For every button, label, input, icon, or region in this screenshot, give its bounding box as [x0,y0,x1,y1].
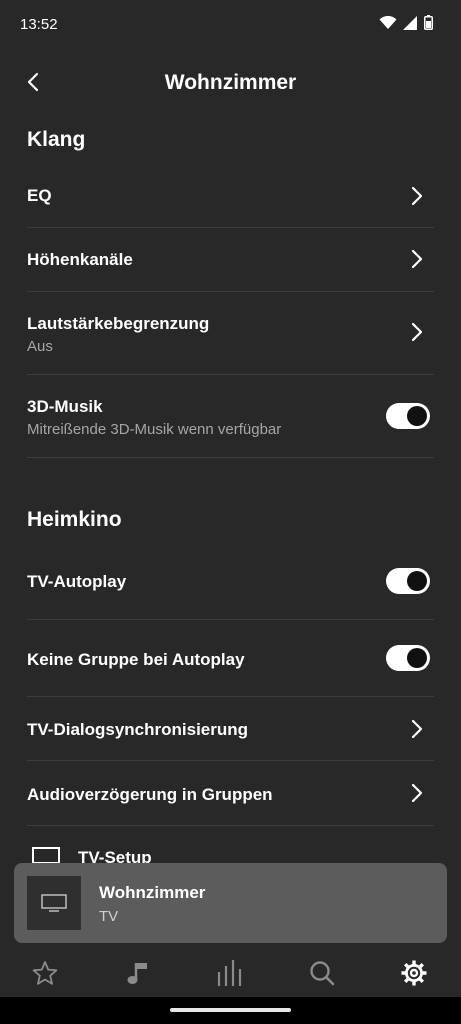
star-icon [32,961,58,985]
now-playing-subtitle: TV [99,908,119,925]
3d-musik-toggle[interactable] [386,403,430,429]
gear-icon [401,960,427,986]
row-lautstaerkebegrenzung[interactable]: Lautstärkebegrenzung Aus [27,292,434,375]
row-label: Keine Gruppe bei Autoplay [27,650,245,669]
bottom-nav [0,945,461,997]
tv-autoplay-toggle[interactable] [386,568,430,594]
wifi-icon [379,15,397,29]
toggle-knob [407,406,427,426]
row-label: 3D-Musik [27,397,103,416]
row-3d-musik: 3D-Musik Mitreißende 3D-Musik wenn verfü… [27,375,434,458]
row-label: Höhenkanäle [27,250,133,269]
page-title: Wohnzimmer [164,71,297,94]
row-keine-gruppe: Keine Gruppe bei Autoplay [27,620,434,697]
toggle-knob [407,648,427,668]
row-label: TV-Dialogsynchronisierung [27,720,249,739]
row-label: Audioverzögerung in Gruppen [27,785,273,804]
chevron-right-icon [411,249,423,269]
row-tv-dialogsynchronisierung[interactable]: TV-Dialogsynchronisierung [27,697,434,761]
row-eq[interactable]: EQ [27,165,434,228]
search-icon [310,961,335,986]
status-time: 13:52 [20,16,58,33]
nav-music[interactable] [115,953,161,993]
row-label: Lautstärkebegrenzung [27,314,210,333]
chevron-right-icon [411,719,423,739]
nav-favorites[interactable] [22,953,68,993]
toggle-knob [407,571,427,591]
section-title-heimkino: Heimkino [27,508,122,531]
now-playing-title: Wohnzimmer [99,883,206,902]
section-title-klang: Klang [27,128,86,151]
row-audioverzoegerung[interactable]: Audioverzögerung in Gruppen [27,761,434,826]
row-hoehenkanaele[interactable]: Höhenkanäle [27,228,434,292]
row-tv-autoplay: TV-Autoplay [27,543,434,620]
battery-icon [424,15,433,30]
nav-rooms[interactable] [207,953,253,993]
music-note-icon [127,963,147,984]
row-sublabel: Aus [27,338,53,355]
chevron-right-icon [411,186,423,206]
nav-search[interactable] [299,953,345,993]
now-playing-bar[interactable]: Wohnzimmer TV [14,863,447,943]
equalizer-icon [217,960,242,986]
nav-settings[interactable] [391,953,437,993]
gesture-area [0,997,461,1024]
status-icons [379,15,433,30]
chevron-right-icon [411,783,423,803]
header: Wohnzimmer [0,55,461,111]
signal-icon [403,15,417,30]
row-sublabel: Mitreißende 3D-Musik wenn verfügbar [27,421,282,438]
row-label: TV-Autoplay [27,572,127,591]
keine-gruppe-toggle[interactable] [386,645,430,671]
home-gesture-bar[interactable] [170,1008,291,1012]
status-bar: 13:52 [0,0,461,50]
tv-icon [41,894,67,912]
chevron-right-icon [411,322,423,342]
now-playing-artwork [27,876,81,930]
row-label: EQ [27,186,52,205]
